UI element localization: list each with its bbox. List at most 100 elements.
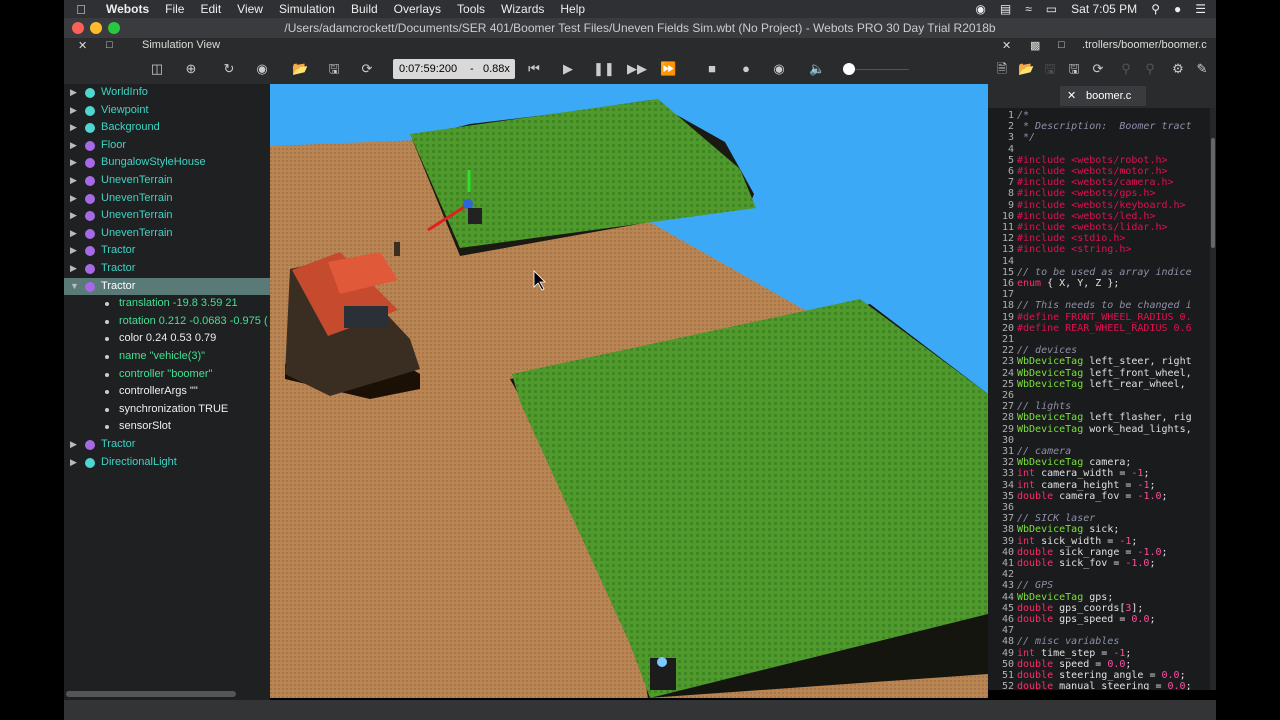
build-gear-icon[interactable]: ⚙ <box>1170 61 1186 77</box>
tree-node-tractor-2[interactable]: ▶ Tractor <box>64 260 270 277</box>
expand-arrow-icon[interactable]: ▶ <box>70 172 77 189</box>
expand-arrow-icon[interactable]: ▶ <box>70 190 77 207</box>
toggle-scene-tree-icon[interactable]: ◫ <box>149 61 165 77</box>
record-icon[interactable]: ◉ <box>975 2 985 16</box>
line-number: 42 <box>1001 569 1014 581</box>
run-icon[interactable]: ▶▶ <box>627 61 647 77</box>
close-editor-icon[interactable]: ✕ <box>1002 39 1011 52</box>
gizmo-center[interactable] <box>463 199 473 209</box>
scrollbar-thumb[interactable] <box>66 691 236 697</box>
menu-build[interactable]: Build <box>343 2 386 16</box>
float-panel-icon[interactable]: □ <box>106 39 113 51</box>
spotlight-search-icon[interactable]: ⚲ <box>1151 2 1160 16</box>
pause-icon[interactable]: ❚❚ <box>593 61 615 77</box>
tractor-selected[interactable] <box>468 208 482 224</box>
save-as-icon[interactable]: 🖫 <box>1066 61 1082 77</box>
tree-node-terrain-3[interactable]: ▶ UnevenTerrain <box>64 207 270 224</box>
expand-arrow-icon[interactable]: ▶ <box>70 84 77 101</box>
close-panel-icon[interactable]: ✕ <box>78 39 87 52</box>
field-controller[interactable]: controller "boomer" <box>64 366 270 383</box>
line-number: 44 <box>1001 591 1014 603</box>
tab-boomer-c[interactable]: ✕ boomer.c <box>1060 86 1146 106</box>
expand-arrow-icon[interactable]: ▶ <box>70 207 77 224</box>
menu-view[interactable]: View <box>229 2 271 16</box>
menubar-clock[interactable]: Sat 7:05 PM <box>1071 2 1137 16</box>
view-eye-icon[interactable]: ◉ <box>254 61 270 77</box>
tree-node-background[interactable]: ▶ Background <box>64 119 270 136</box>
field-rotation[interactable]: rotation 0.212 -0.0683 -0.975 ( <box>64 313 270 330</box>
field-sensor-slot[interactable]: sensorSlot <box>64 418 270 435</box>
scene-tree-scrollbar[interactable] <box>64 688 270 700</box>
save-world-icon[interactable]: 🖫 <box>326 61 342 77</box>
field-color[interactable]: color 0.24 0.53 0.79 <box>64 330 270 347</box>
fast-icon[interactable]: ⏩ <box>660 61 676 77</box>
expand-arrow-icon[interactable]: ▶ <box>70 242 77 259</box>
editor-scrollbar[interactable] <box>1210 108 1216 690</box>
field-synchronization[interactable]: synchronization TRUE <box>64 401 270 418</box>
field-controller-args[interactable]: controllerArgs "" <box>64 383 270 400</box>
tree-node-viewpoint[interactable]: ▶ Viewpoint <box>64 102 270 119</box>
tree-node-terrain-1[interactable]: ▶ UnevenTerrain <box>64 172 270 189</box>
collapse-arrow-icon[interactable]: ▼ <box>70 278 79 295</box>
siri-icon[interactable]: ● <box>1174 2 1181 16</box>
minimize-window-button[interactable] <box>90 22 102 34</box>
screenshot-camera-icon[interactable]: ◉ <box>771 61 787 77</box>
open-world-icon[interactable]: 📂 <box>292 61 308 77</box>
field-name[interactable]: name "vehicle(3)" <box>64 348 270 365</box>
battery-icon[interactable]: ▭ <box>1046 2 1057 16</box>
expand-arrow-icon[interactable]: ▶ <box>70 137 77 154</box>
code-editor[interactable]: 1/* 2 * Description: Boomer tract 3 */4 5 #i… <box>988 108 1216 690</box>
close-window-button[interactable] <box>72 22 84 34</box>
reset-viewpoint-icon[interactable]: ↻ <box>221 61 237 77</box>
expand-arrow-icon[interactable]: ▶ <box>70 102 77 119</box>
reset-simulation-icon[interactable]: ⏮ <box>526 61 542 77</box>
field-translation[interactable]: translation -19.8 3.59 21 <box>64 295 270 312</box>
expand-arrow-icon[interactable]: ▶ <box>70 436 77 453</box>
tree-node-bungalow[interactable]: ▶ BungalowStyleHouse <box>64 154 270 171</box>
scrollbar-thumb[interactable] <box>1211 138 1215 248</box>
record-movie-icon[interactable]: ● <box>738 61 754 77</box>
maximize-editor-icon[interactable]: □ <box>1058 39 1065 51</box>
expand-arrow-icon[interactable]: ▶ <box>70 119 77 136</box>
open-file-icon[interactable]: 📂 <box>1018 61 1034 77</box>
3d-viewport[interactable] <box>270 84 988 698</box>
new-file-icon[interactable]: 🗎 <box>994 61 1010 77</box>
clean-brush-icon[interactable]: ✎ <box>1194 61 1210 77</box>
expand-arrow-icon[interactable]: ▶ <box>70 225 77 242</box>
line-number: 5 <box>1007 154 1014 166</box>
notification-center-icon[interactable]: ☰ <box>1195 2 1206 16</box>
zoom-window-button[interactable] <box>108 22 120 34</box>
expand-arrow-icon[interactable]: ▶ <box>70 260 77 277</box>
sidebar-toggle-icon[interactable]: ▤ <box>1000 2 1011 16</box>
revert-icon[interactable]: ⟳ <box>1090 61 1106 77</box>
expand-arrow-icon[interactable]: ▶ <box>70 454 77 471</box>
wifi-icon[interactable]: ≈ <box>1025 2 1032 16</box>
menu-app[interactable]: Webots <box>98 2 157 16</box>
tree-node-terrain-2[interactable]: ▶ UnevenTerrain <box>64 190 270 207</box>
menu-simulation[interactable]: Simulation <box>271 2 343 16</box>
apple-menu-icon[interactable]:  <box>64 2 98 17</box>
tree-node-worldinfo[interactable]: ▶ WorldInfo <box>64 84 270 101</box>
mute-sound-icon[interactable]: 🔈 <box>809 61 825 77</box>
float-editor-icon[interactable]: ▩ <box>1030 39 1040 52</box>
text-editor-header: ✕ ▩ □ .trollers/boomer/boomer.c <box>988 38 1216 54</box>
menu-overlays[interactable]: Overlays <box>386 2 449 16</box>
add-node-icon[interactable]: ⊕ <box>183 61 199 77</box>
volume-slider-knob[interactable] <box>843 63 855 75</box>
tree-node-tractor-3[interactable]: ▶ Tractor <box>64 436 270 453</box>
menu-wizards[interactable]: Wizards <box>493 2 552 16</box>
menu-file[interactable]: File <box>157 2 192 16</box>
tree-node-terrain-4[interactable]: ▶ UnevenTerrain <box>64 225 270 242</box>
tree-node-tractor-selected[interactable]: ▼ Tractor <box>64 277 270 295</box>
tree-node-directional-light[interactable]: ▶ DirectionalLight <box>64 454 270 471</box>
step-icon[interactable]: ▶ <box>560 61 576 77</box>
stop-render-icon[interactable]: ■ <box>704 61 720 77</box>
expand-arrow-icon[interactable]: ▶ <box>70 154 77 171</box>
close-tab-icon[interactable]: ✕ <box>1067 86 1076 106</box>
reload-world-icon[interactable]: ⟳ <box>359 61 375 77</box>
menu-edit[interactable]: Edit <box>192 2 229 16</box>
menu-tools[interactable]: Tools <box>449 2 493 16</box>
tree-node-tractor-1[interactable]: ▶ Tractor <box>64 242 270 259</box>
menu-help[interactable]: Help <box>552 2 593 16</box>
tree-node-floor[interactable]: ▶ Floor <box>64 137 270 154</box>
